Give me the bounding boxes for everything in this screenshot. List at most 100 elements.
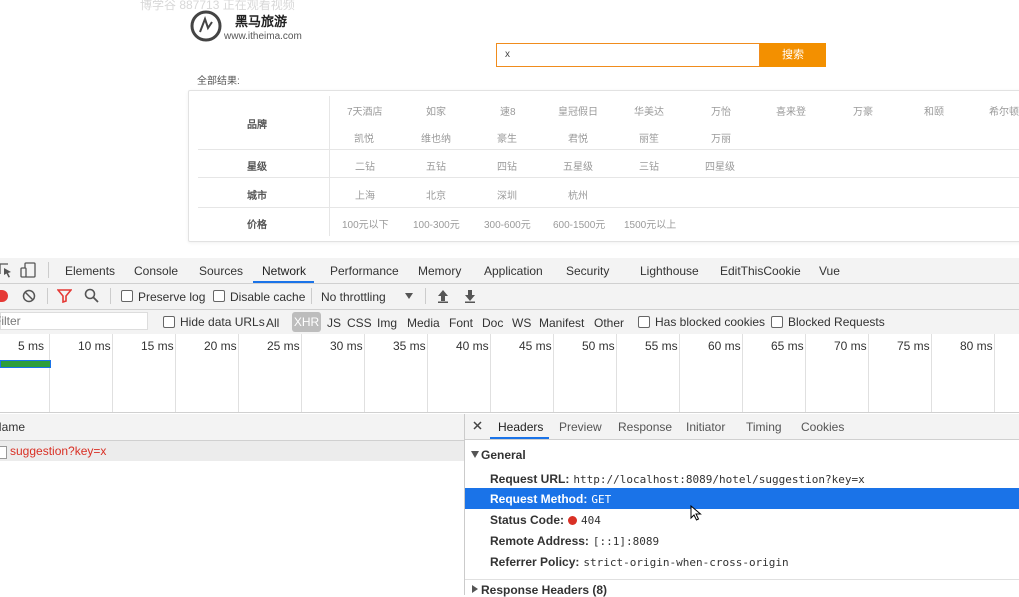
filter-option[interactable]: 希尔顿 xyxy=(989,103,1019,118)
timeline-tick-label: 65 ms xyxy=(771,339,804,353)
filter-option[interactable]: 北京 xyxy=(426,187,446,202)
type-filter-all[interactable]: All xyxy=(266,316,279,330)
tab-elements[interactable]: Elements xyxy=(65,264,115,278)
tab-memory[interactable]: Memory xyxy=(418,264,461,278)
filter-option[interactable]: 君悦 xyxy=(568,130,588,145)
device-toolbar-icon[interactable] xyxy=(20,261,38,279)
type-filter-other[interactable]: Other xyxy=(594,316,624,330)
preserve-log-label: Preserve log xyxy=(138,290,206,304)
filter-option[interactable]: 杭州 xyxy=(568,187,588,202)
hide-data-urls-label: Hide data URLs xyxy=(180,315,265,329)
type-filter-doc[interactable]: Doc xyxy=(482,316,503,330)
disable-cache-checkbox[interactable] xyxy=(213,290,225,302)
tab-initiator[interactable]: Initiator xyxy=(686,420,725,434)
header-value: http://localhost:8089/hotel/suggestion?k… xyxy=(573,473,865,486)
filter-input[interactable]: Filter xyxy=(0,312,148,330)
request-method-row[interactable]: Request Method: GET xyxy=(490,492,611,506)
type-filter-ws[interactable]: WS xyxy=(512,316,531,330)
hide-data-urls-checkbox[interactable] xyxy=(163,316,175,328)
tab-headers[interactable]: Headers xyxy=(498,420,543,434)
filter-option[interactable]: 深圳 xyxy=(497,187,517,202)
filter-option[interactable]: 五星级 xyxy=(563,158,593,173)
blocked-requests-checkbox[interactable] xyxy=(771,316,783,328)
type-filter-media[interactable]: Media xyxy=(407,316,440,330)
tab-security[interactable]: Security xyxy=(566,264,609,278)
filter-option[interactable]: 华美达 xyxy=(634,103,664,118)
filter-option[interactable]: 600-1500元 xyxy=(553,216,605,231)
filter-option[interactable]: 四钻 xyxy=(497,158,517,173)
has-blocked-cookies-checkbox[interactable] xyxy=(638,316,650,328)
filter-option[interactable]: 四星级 xyxy=(705,158,735,173)
import-har-icon[interactable] xyxy=(437,289,449,303)
filter-option[interactable]: 五钻 xyxy=(426,158,446,173)
type-filter-img[interactable]: Img xyxy=(377,316,397,330)
tab-lighthouse[interactable]: Lighthouse xyxy=(640,264,699,278)
filter-option[interactable]: 如家 xyxy=(426,103,446,118)
tab-vue[interactable]: Vue xyxy=(819,264,840,278)
filter-option[interactable]: 300-600元 xyxy=(484,216,531,231)
header-key: Request URL: xyxy=(490,472,570,486)
tab-console[interactable]: Console xyxy=(134,264,178,278)
filter-input-placeholder: Filter xyxy=(0,314,21,328)
type-filter-xhr[interactable]: XHR xyxy=(292,312,321,332)
throttling-select[interactable]: No throttling xyxy=(321,290,386,304)
name-column-header[interactable]: Name xyxy=(0,414,464,441)
inspect-element-icon[interactable] xyxy=(0,262,12,278)
disable-cache-label: Disable cache xyxy=(230,290,306,304)
filter-option[interactable]: 丽笙 xyxy=(639,130,659,145)
timeline-tick-label: 45 ms xyxy=(519,339,552,353)
tab-application[interactable]: Application xyxy=(484,264,543,278)
filter-option[interactable]: 和颐 xyxy=(924,103,944,118)
header-value: [::1]:8089 xyxy=(592,535,660,548)
type-filter-font[interactable]: Font xyxy=(449,316,473,330)
filter-option[interactable]: 速8 xyxy=(500,103,516,118)
tab-network[interactable]: Network xyxy=(262,264,306,278)
filter-option[interactable]: 万丽 xyxy=(711,130,731,145)
filter-option[interactable]: 豪生 xyxy=(497,130,517,145)
tab-editthiscookie[interactable]: EditThisCookie xyxy=(720,264,801,278)
tab-performance[interactable]: Performance xyxy=(330,264,399,278)
preserve-log-checkbox[interactable] xyxy=(121,290,133,302)
search-icon[interactable] xyxy=(84,288,99,303)
filter-option[interactable]: 二钻 xyxy=(355,158,375,173)
timeline-gridline xyxy=(112,334,113,412)
filter-option[interactable]: 凯悦 xyxy=(354,130,374,145)
search-input[interactable]: x xyxy=(496,43,760,67)
tab-preview[interactable]: Preview xyxy=(559,420,602,434)
chevron-down-icon[interactable] xyxy=(404,292,414,300)
tab-sources[interactable]: Sources xyxy=(199,264,243,278)
header-value: GET xyxy=(591,493,612,506)
type-filter-css[interactable]: CSS xyxy=(347,316,372,330)
tab-response[interactable]: Response xyxy=(618,420,672,434)
filter-icon[interactable] xyxy=(57,289,72,303)
timeline-tick-label: 15 ms xyxy=(141,339,174,353)
filter-option[interactable]: 万豪 xyxy=(853,103,873,118)
filter-option[interactable]: 皇冠假日 xyxy=(558,103,598,118)
request-row[interactable]: suggestion?key=x xyxy=(0,441,464,461)
filter-option[interactable]: 万怡 xyxy=(711,103,731,118)
general-section-title[interactable]: General xyxy=(481,448,526,462)
filter-option[interactable]: 100-300元 xyxy=(413,216,460,231)
type-filter-js[interactable]: JS xyxy=(327,316,341,330)
header-value: 404 xyxy=(581,514,601,527)
search-button[interactable]: 搜索 xyxy=(760,43,826,67)
export-har-icon[interactable] xyxy=(464,289,476,303)
timeline-gridline xyxy=(805,334,806,412)
filter-option[interactable]: 维也纳 xyxy=(421,130,451,145)
timeline-gridline xyxy=(742,334,743,412)
type-filter-manifest[interactable]: Manifest xyxy=(539,316,584,330)
filter-option[interactable]: 上海 xyxy=(355,187,375,202)
tab-timing[interactable]: Timing xyxy=(746,420,782,434)
filter-option[interactable]: 7天酒店 xyxy=(347,103,383,118)
close-icon[interactable] xyxy=(473,421,482,430)
tab-cookies[interactable]: Cookies xyxy=(801,420,844,434)
clear-icon[interactable] xyxy=(22,289,36,303)
filter-row-brand xyxy=(198,92,1019,150)
filter-option[interactable]: 100元以下 xyxy=(342,216,389,231)
filter-option[interactable]: 喜来登 xyxy=(776,103,806,118)
triangle-down-icon[interactable] xyxy=(471,451,479,458)
has-blocked-cookies-label: Has blocked cookies xyxy=(655,315,766,329)
triangle-right-icon[interactable] xyxy=(472,585,478,593)
filter-option[interactable]: 三钻 xyxy=(639,158,659,173)
filter-option[interactable]: 1500元以上 xyxy=(624,216,676,231)
